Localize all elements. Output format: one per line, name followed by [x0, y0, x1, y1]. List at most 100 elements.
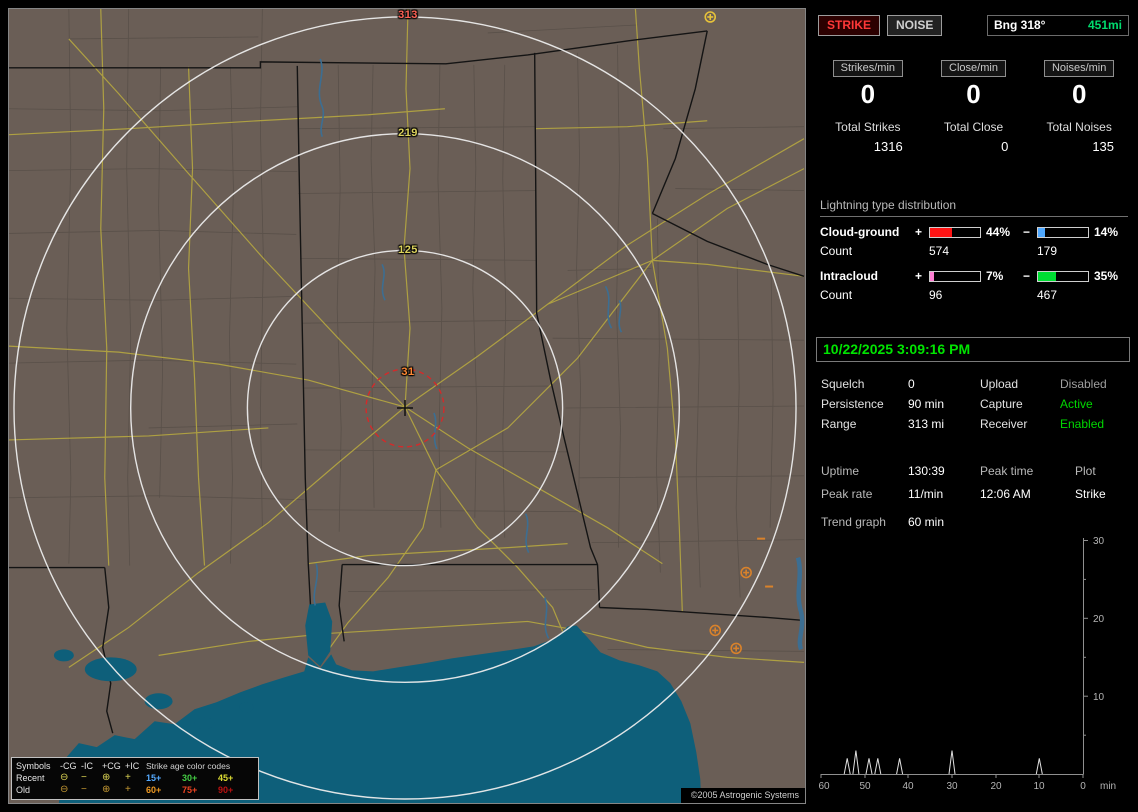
ic-positive-count: 96: [929, 288, 943, 302]
close-per-min-value: 0: [966, 79, 981, 109]
plus-sign: +: [915, 269, 923, 283]
legend-col-neg-cg: -CG: [60, 761, 77, 771]
total-noises-label: Total Noises: [1046, 120, 1112, 134]
lightning-map[interactable]: 313 219 125 31 Symbols -CG -IC +CG +IC S…: [8, 8, 806, 804]
chart-ticks: [820, 540, 1088, 778]
bearing-value: Bng 318°: [994, 18, 1046, 32]
ic-negative-count: 467: [1037, 288, 1058, 302]
pos-ic-old-icon: +: [125, 784, 131, 795]
peak-rate-label: Peak rate: [821, 487, 873, 501]
strikes-per-min-value: 0: [860, 79, 876, 109]
svg-text:0: 0: [1080, 781, 1086, 792]
trend-chart: 60 50 40 30 20 10 0 min 10 20 30: [817, 532, 1132, 805]
neg-cg-recent-icon: ⊖: [60, 772, 69, 783]
range-value: 313 mi: [908, 417, 945, 431]
count-label: Count: [820, 244, 853, 258]
toolbar-row: STRIKE NOISE Bng 318° 451mi: [818, 15, 1129, 36]
plot-value: Strike: [1075, 487, 1106, 501]
cg-positive-pct: 44%: [986, 225, 1011, 239]
total-close-value: 0: [1001, 139, 1009, 154]
range-label: Range: [821, 417, 857, 431]
plus-sign: +: [915, 225, 923, 239]
age-code-45: 45+: [218, 773, 234, 783]
distribution-section: Lightning type distribution Cloud-ground…: [820, 198, 1128, 313]
ic-positive-bar-fill: [930, 271, 934, 281]
capture-label: Capture: [980, 397, 1023, 411]
legend-recent-label: Recent: [16, 773, 45, 783]
minus-sign: −: [1023, 269, 1031, 283]
ic-negative-pct: 35%: [1094, 269, 1119, 283]
cloud-ground-count-row: Count 574 179: [820, 244, 1128, 258]
total-close-label: Total Close: [943, 120, 1004, 134]
trend-graph-label: Trend graph: [821, 515, 886, 529]
age-code-90: 90+: [218, 785, 234, 795]
pos-cg-recent-icon: ⊕: [102, 772, 111, 783]
cloud-ground-row: Cloud-ground + 44% − 14%: [820, 225, 1128, 239]
svg-text:50: 50: [859, 781, 871, 792]
intracloud-label: Intracloud: [820, 269, 879, 283]
receiver-status: Enabled: [1060, 417, 1105, 431]
peak-rate-value: 11/min: [908, 487, 944, 501]
squelch-value: 0: [908, 377, 915, 391]
svg-text:10: 10: [1033, 781, 1045, 792]
trend-graph-value: 60 min: [908, 515, 945, 529]
peak-time-value: 12:06 AM: [980, 487, 1031, 501]
datetime-display: 10/22/2025 3:09:16 PM: [816, 337, 1130, 362]
legend-old-label: Old: [16, 785, 31, 795]
ring-label-219: 219: [398, 127, 418, 139]
trend-spikes: [843, 750, 1043, 775]
squelch-label: Squelch: [821, 377, 865, 391]
strikes-per-min-button[interactable]: Strikes/min: [832, 60, 904, 77]
stats-panel: Uptime 130:39 Peak time Plot Peak rate 1…: [821, 460, 1130, 506]
bearing-readout: Bng 318° 451mi: [987, 15, 1129, 36]
noises-per-min-button[interactable]: Noises/min: [1043, 60, 1115, 77]
svg-text:30: 30: [946, 781, 958, 792]
svg-text:20: 20: [1093, 614, 1105, 625]
cg-negative-pct: 14%: [1094, 225, 1119, 239]
ring-label-125: 125: [398, 244, 418, 256]
legend-age-title: Strike age color codes: [146, 761, 231, 771]
cg-negative-bar-fill: [1038, 227, 1045, 237]
rates-section: Strikes/min 0 Close/min 0 Noises/min 0 T…: [815, 58, 1132, 154]
svg-text:20: 20: [990, 781, 1002, 792]
svg-text:60: 60: [818, 781, 830, 792]
uptime-value: 130:39: [908, 464, 945, 478]
svg-text:min: min: [1100, 781, 1116, 792]
close-per-min-button[interactable]: Close/min: [941, 60, 1006, 77]
noises-per-min-value: 0: [1071, 79, 1087, 109]
cg-negative-bar: [1037, 226, 1089, 238]
strike-button[interactable]: STRIKE: [818, 15, 881, 36]
neg-ic-recent-icon: −: [81, 772, 87, 783]
persistence-value: 90 min: [908, 397, 945, 411]
status-panel: Squelch 0 Upload Disabled Persistence 90…: [821, 374, 1130, 434]
ic-positive-pct: 7%: [986, 269, 1004, 283]
distance-value: 451mi: [1087, 18, 1122, 32]
upload-label: Upload: [980, 377, 1019, 391]
receiver-label: Receiver: [980, 417, 1028, 431]
total-strikes-value: 1316: [873, 139, 903, 154]
neg-cg-old-icon: ⊖: [60, 784, 69, 795]
noise-button[interactable]: NOISE: [887, 15, 943, 36]
age-code-75: 75+: [182, 785, 198, 795]
copyright-text: ©2005 Astrogenic Systems: [680, 788, 805, 803]
pos-cg-old-icon: ⊕: [102, 784, 111, 795]
age-code-30: 30+: [182, 773, 198, 783]
age-code-60: 60+: [146, 785, 162, 795]
trend-chart-canvas: 60 50 40 30 20 10 0 min 10 20 30: [818, 536, 1116, 792]
cloud-ground-label: Cloud-ground: [820, 225, 900, 239]
legend-col-neg-ic: -IC: [81, 761, 93, 771]
legend-col-pos-ic: +IC: [125, 761, 140, 771]
map-legend: Symbols -CG -IC +CG +IC Strike age color…: [11, 757, 259, 800]
capture-status: Active: [1060, 397, 1093, 411]
ring-label-31: 31: [401, 366, 415, 378]
svg-text:40: 40: [902, 781, 914, 792]
intracloud-count-row: Count 96 467: [820, 288, 1128, 302]
persistence-label: Persistence: [821, 397, 884, 411]
chart-axes: [821, 538, 1084, 775]
total-strikes-label: Total Strikes: [835, 120, 901, 134]
cg-positive-bar-fill: [930, 227, 952, 237]
neg-ic-old-icon: −: [81, 784, 87, 795]
side-panel: STRIKE NOISE Bng 318° 451mi Strikes/min …: [815, 0, 1132, 812]
total-noises-value: 135: [1092, 139, 1115, 154]
count-label: Count: [820, 288, 853, 302]
